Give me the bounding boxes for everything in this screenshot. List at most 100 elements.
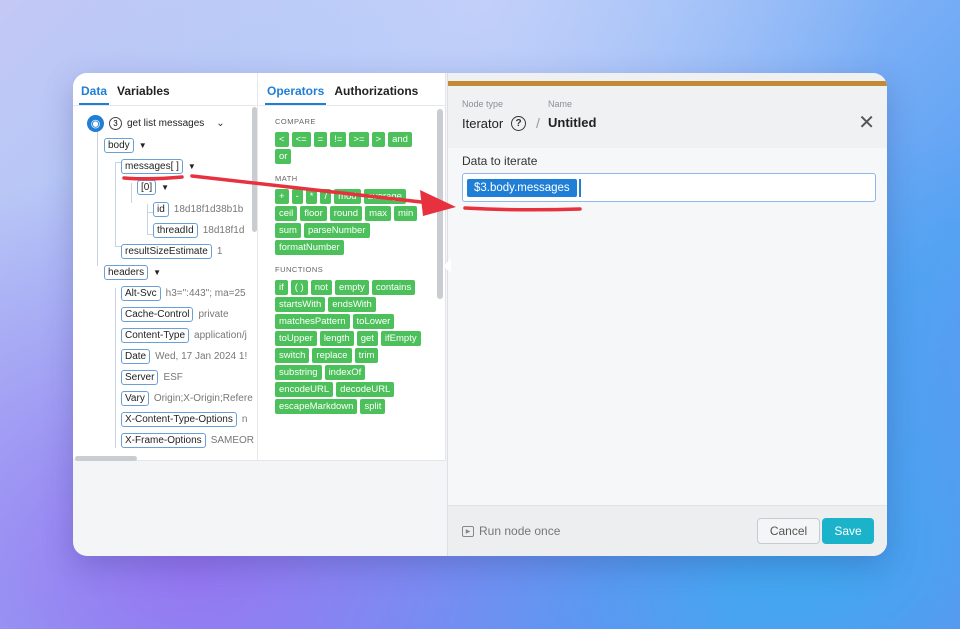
key-chip[interactable]: X-Frame-Options <box>121 433 206 448</box>
header-item[interactable]: X-Frame-Options SAMEOR <box>121 433 254 448</box>
node-name[interactable]: Untitled <box>548 115 596 130</box>
operator-chip[interactable]: != <box>330 132 347 147</box>
operator-chip[interactable]: substring <box>275 365 322 380</box>
operator-chip[interactable]: or <box>275 149 292 164</box>
key-chip[interactable]: Server <box>121 370 159 385</box>
tree-node-threadid[interactable]: threadId 18d18f1d <box>153 223 244 238</box>
operator-chip[interactable]: round <box>329 206 363 221</box>
tree-node-resultsize[interactable]: resultSizeEstimate 1 <box>121 244 222 259</box>
operator-chip[interactable]: * <box>305 189 318 204</box>
key-chip[interactable]: id <box>153 202 169 217</box>
panel-collapse-handle[interactable] <box>443 259 451 273</box>
operator-chip[interactable]: - <box>291 189 303 204</box>
key-chip[interactable]: Date <box>121 349 151 364</box>
value-text: SAMEOR <box>210 435 255 446</box>
operator-chip[interactable]: split <box>360 399 386 414</box>
key-chip[interactable]: Vary <box>121 391 149 406</box>
caret-down-icon[interactable]: ▼ <box>161 183 169 192</box>
data-to-iterate-input[interactable]: $3.body.messages <box>462 173 876 202</box>
operator-chip[interactable]: switch <box>275 348 310 363</box>
key-chip[interactable]: messages[ ] <box>121 159 183 174</box>
tree-horizontal-scrollbar[interactable] <box>75 456 137 461</box>
operator-chip[interactable]: toLower <box>352 314 395 329</box>
operator-chip[interactable]: decodeURL <box>336 382 395 397</box>
expression-token[interactable]: $3.body.messages <box>467 179 577 197</box>
operator-chip[interactable]: >= <box>349 132 369 147</box>
operator-chip[interactable]: min <box>394 206 418 221</box>
operator-chip[interactable]: length <box>319 331 354 346</box>
value-text: private <box>198 309 229 320</box>
header-item[interactable]: Vary Origin;X-Origin;Refere <box>121 391 253 406</box>
operator-chip[interactable]: contains <box>371 280 416 295</box>
run-node-once-button[interactable]: ▶ Run node once <box>462 524 560 538</box>
operator-chip[interactable]: trim <box>354 348 379 363</box>
operator-chip[interactable]: and <box>388 132 412 147</box>
header-item[interactable]: Cache-Control private <box>121 307 229 322</box>
operator-chip[interactable]: ( ) <box>290 280 308 295</box>
globe-icon: ◉ <box>87 115 104 132</box>
operator-chip[interactable]: empty <box>334 280 369 295</box>
caret-down-icon[interactable]: ▼ <box>188 162 196 171</box>
operator-chip[interactable]: / <box>320 189 332 204</box>
caret-down-icon[interactable]: ▼ <box>153 268 161 277</box>
chevron-down-icon[interactable]: ⌄ <box>216 118 224 129</box>
operator-chip[interactable]: = <box>313 132 328 147</box>
operator-chip[interactable]: <= <box>291 132 311 147</box>
header-item[interactable]: Content-Type application/j <box>121 328 247 343</box>
cancel-button[interactable]: Cancel <box>757 518 820 544</box>
operator-chip[interactable]: sum <box>275 223 301 238</box>
key-chip[interactable]: threadId <box>153 223 198 238</box>
header-item[interactable]: X-Content-Type-Options n <box>121 412 247 427</box>
step-node[interactable]: ◉ 3 get list messages ⌄ <box>87 115 225 132</box>
key-chip[interactable]: X-Content-Type-Options <box>121 412 237 427</box>
operator-chip[interactable]: escapeMarkdown <box>275 399 358 414</box>
operator-chip[interactable]: parseNumber <box>303 223 370 238</box>
operator-chip[interactable]: + <box>275 189 289 204</box>
text-cursor <box>579 179 581 197</box>
tree-node-headers[interactable]: headers ▼ <box>104 265 161 280</box>
tab-variables[interactable]: Variables <box>115 84 172 105</box>
operator-chip[interactable]: indexOf <box>324 365 366 380</box>
operator-chip[interactable]: toUpper <box>275 331 317 346</box>
key-chip[interactable]: Content-Type <box>121 328 190 343</box>
operator-chip[interactable]: replace <box>312 348 352 363</box>
operator-chip[interactable]: get <box>356 331 378 346</box>
operator-chip[interactable]: not <box>310 280 332 295</box>
help-icon[interactable]: ? <box>511 116 526 131</box>
operator-chip[interactable]: floor <box>300 206 327 221</box>
operator-chip[interactable]: < <box>275 132 289 147</box>
operator-chip[interactable]: ifEmpty <box>380 331 421 346</box>
key-chip[interactable]: [0] <box>137 180 157 195</box>
close-icon[interactable]: ✕ <box>858 110 875 135</box>
header-item[interactable]: Server ESF <box>121 370 183 385</box>
tree-node-body[interactable]: body ▼ <box>104 138 147 153</box>
key-chip[interactable]: Alt-Svc <box>121 286 161 301</box>
operator-chip[interactable]: matchesPattern <box>275 314 350 329</box>
tree-node-messages[interactable]: messages[ ] ▼ <box>121 159 196 174</box>
step-number-badge: 3 <box>109 117 122 130</box>
operator-chip[interactable]: average <box>363 189 406 204</box>
operator-chip[interactable]: ceil <box>275 206 298 221</box>
key-chip[interactable]: Cache-Control <box>121 307 194 322</box>
tree-node-id[interactable]: id 18d18f1d38b1b <box>153 202 243 217</box>
operator-chip[interactable]: startsWith <box>275 297 326 312</box>
operator-chip[interactable]: formatNumber <box>275 240 344 255</box>
operator-chip[interactable]: encodeURL <box>275 382 334 397</box>
caret-down-icon[interactable]: ▼ <box>139 141 147 150</box>
tree-node-index[interactable]: [0] ▼ <box>137 180 169 195</box>
operator-chip[interactable]: endsWith <box>328 297 376 312</box>
key-chip[interactable]: headers <box>104 265 149 280</box>
key-chip[interactable]: resultSizeEstimate <box>121 244 212 259</box>
operator-chip[interactable]: max <box>365 206 392 221</box>
operator-chip[interactable]: if <box>275 280 288 295</box>
header-item[interactable]: Alt-Svc h3=":443"; ma=25 <box>121 286 246 301</box>
tab-authorizations[interactable]: Authorizations <box>332 84 420 105</box>
tree-vertical-scrollbar[interactable] <box>252 107 257 232</box>
save-button[interactable]: Save <box>822 518 874 544</box>
key-chip[interactable]: body <box>104 138 134 153</box>
operator-chip[interactable]: mod <box>334 189 361 204</box>
operator-chip[interactable]: > <box>371 132 386 147</box>
tab-operators[interactable]: Operators <box>265 84 327 105</box>
header-item[interactable]: Date Wed, 17 Jan 2024 1! <box>121 349 247 364</box>
tab-data[interactable]: Data <box>79 84 110 105</box>
